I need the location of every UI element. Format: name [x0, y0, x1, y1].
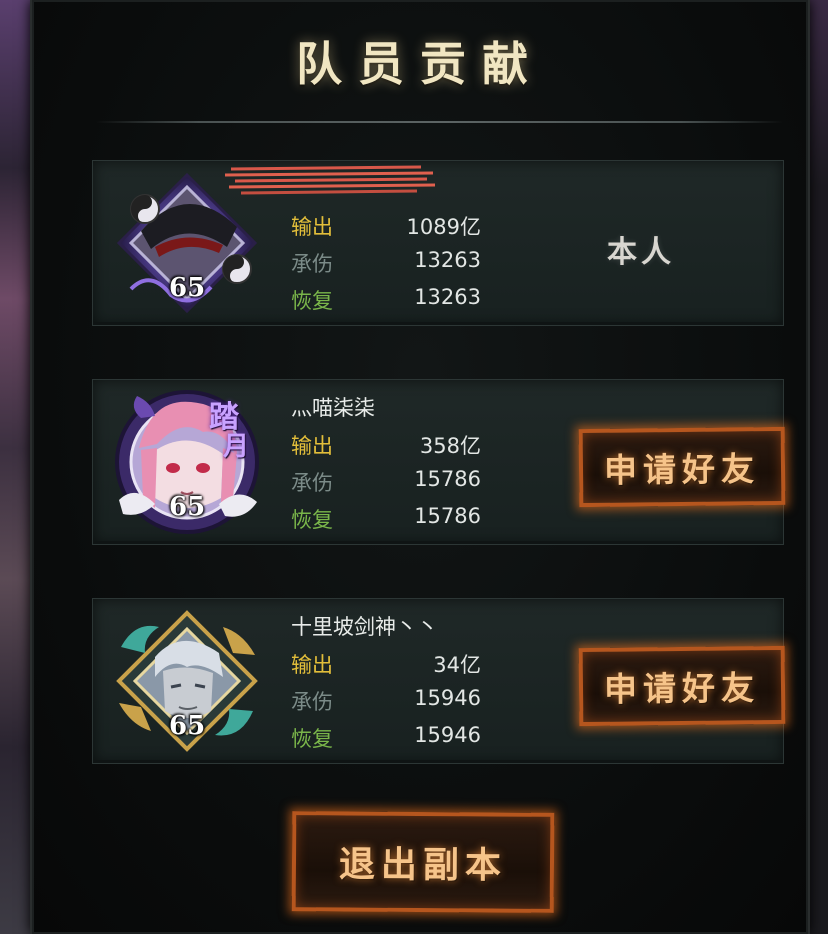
game-screen: 队员贡献 65 输出 1089亿 承伤 13263 恢复 13263 本人 踏 … — [0, 0, 828, 934]
stat-row-heal: 恢复 15946 — [291, 721, 481, 758]
stat-label-output: 输出 — [291, 434, 333, 458]
stat-value-output: 34亿 — [433, 653, 481, 677]
stat-row-tank: 承伤 15946 — [291, 684, 481, 721]
stat-label-tank: 承伤 — [291, 690, 333, 714]
avatar[interactable]: 踏 月 65 — [111, 388, 263, 536]
exit-dungeon-button[interactable]: 退出副本 — [291, 811, 555, 913]
stat-label-heal: 恢复 — [291, 508, 333, 532]
member-stats: 输出 358亿 承伤 15786 恢复 15786 — [291, 428, 481, 539]
panel-title: 队员贡献 — [296, 37, 544, 91]
stat-value-tank: 15786 — [414, 467, 481, 491]
stat-label-tank: 承伤 — [291, 471, 333, 495]
stat-value-heal: 15946 — [414, 723, 481, 747]
contribution-panel: 队员贡献 65 输出 1089亿 承伤 13263 恢复 13263 本人 踏 … — [30, 0, 810, 934]
member-name: 灬喵柒柒 — [291, 396, 375, 420]
member-stats: 输出 34亿 承伤 15946 恢复 15946 — [291, 647, 481, 758]
redaction-scribble — [224, 165, 436, 195]
avatar[interactable]: 65 — [111, 607, 263, 755]
stat-row-output: 输出 1089亿 — [291, 209, 481, 246]
add-friend-button[interactable]: 申请好友 — [578, 426, 786, 508]
stat-value-heal: 15786 — [414, 504, 481, 528]
level-badge: 65 — [169, 273, 206, 303]
member-stats: 输出 1089亿 承伤 13263 恢复 13263 — [291, 209, 481, 320]
stat-row-output: 输出 358亿 — [291, 428, 481, 465]
stat-value-output: 1089亿 — [406, 215, 481, 239]
level-badge: 65 — [169, 492, 206, 522]
member-card: 踏 月 65 灬喵柒柒 输出 358亿 承伤 15786 恢复 15786 申请… — [92, 379, 786, 545]
stat-row-heal: 恢复 13263 — [291, 283, 481, 320]
self-indicator: 本人 — [607, 235, 675, 270]
stat-label-tank: 承伤 — [291, 252, 333, 276]
stat-label-heal: 恢复 — [291, 727, 333, 751]
stat-label-output: 输出 — [291, 215, 333, 239]
stat-row-tank: 承伤 15786 — [291, 465, 481, 502]
stat-row-output: 输出 34亿 — [291, 647, 481, 684]
member-card-self: 65 输出 1089亿 承伤 13263 恢复 13263 本人 — [92, 160, 784, 326]
level-badge: 65 — [169, 711, 206, 741]
title-divider — [96, 121, 784, 123]
stat-row-heal: 恢复 15786 — [291, 502, 481, 539]
stat-value-tank: 15946 — [414, 686, 481, 710]
stat-label-output: 输出 — [291, 653, 333, 677]
add-friend-button[interactable]: 申请好友 — [578, 645, 786, 727]
stat-value-heal: 13263 — [414, 285, 481, 309]
stat-value-output: 358亿 — [419, 434, 481, 458]
member-name: 十里坡剑神丶丶 — [291, 615, 438, 639]
badge-char-2: 月 — [223, 432, 250, 462]
stat-label-heal: 恢复 — [291, 289, 333, 313]
stat-row-tank: 承伤 13263 — [291, 246, 481, 283]
member-card: 65 十里坡剑神丶丶 输出 34亿 承伤 15946 恢复 15946 申请好友 — [92, 598, 786, 764]
stat-value-tank: 13263 — [414, 248, 481, 272]
